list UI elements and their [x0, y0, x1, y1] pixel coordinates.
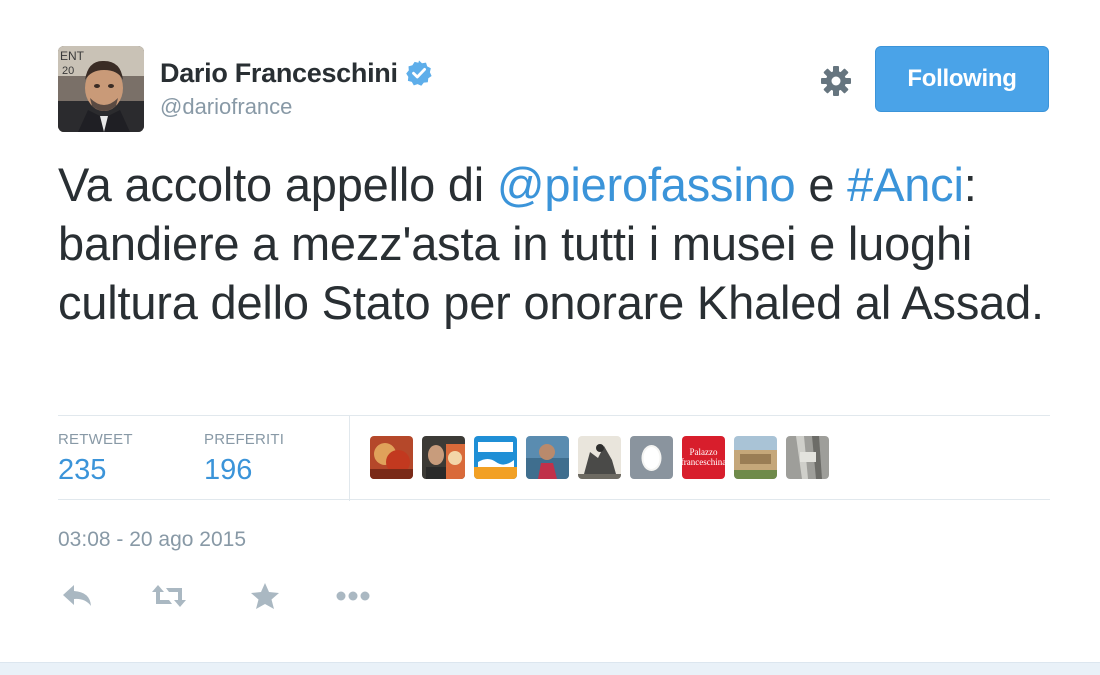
favoriter-avatar[interactable]: [734, 436, 777, 479]
more-icon[interactable]: [334, 580, 372, 612]
favoriter-avatar[interactable]: [578, 436, 621, 479]
favoriter-avatar[interactable]: [630, 436, 673, 479]
favoriter-avatar[interactable]: [422, 436, 465, 479]
author-handle[interactable]: @dariofrance: [160, 94, 433, 120]
svg-text:20: 20: [62, 65, 74, 77]
retweet-stat[interactable]: RETWEET 235: [58, 431, 133, 487]
favoriter-avatar[interactable]: Palazzo franceschina: [682, 436, 725, 479]
tweet-card: ENT 20 Dario Franceschini @dariofrance F…: [0, 0, 1100, 662]
favorite-icon[interactable]: [248, 580, 282, 612]
favoriter-avatar[interactable]: [786, 436, 829, 479]
retweet-count[interactable]: 235: [58, 454, 133, 487]
favoriter-avatars: Palazzo franceschina: [370, 436, 829, 479]
tweet-text: Va accolto appello di @pierofassino e #A…: [58, 155, 1048, 332]
author-avatar[interactable]: ENT 20: [58, 46, 144, 132]
verified-badge-icon: [405, 59, 433, 87]
tweet-text-segment: Va accolto appello di: [58, 158, 497, 211]
svg-text:ENT: ENT: [60, 49, 85, 63]
favorite-count[interactable]: 196: [204, 454, 284, 487]
tweet-timestamp[interactable]: 03:08 - 20 ago 2015: [58, 528, 246, 552]
favoriter-avatar[interactable]: [370, 436, 413, 479]
retweet-icon[interactable]: [150, 580, 188, 612]
mention-link[interactable]: @pierofassino: [497, 158, 796, 211]
favorite-label: PREFERITI: [204, 431, 285, 448]
tweet-text-segment: e: [795, 158, 848, 211]
tweet-header: ENT 20 Dario Franceschini @dariofrance F…: [58, 46, 1050, 132]
reply-icon[interactable]: [58, 580, 96, 612]
hashtag-link[interactable]: #Anci: [847, 158, 964, 211]
tweet-stats: RETWEET 235 PREFERITI 196 Palazzo france…: [58, 415, 1050, 501]
favoriter-avatar[interactable]: [526, 436, 569, 479]
fullname-row: Dario Franceschini: [160, 56, 433, 90]
gear-icon[interactable]: [818, 63, 854, 99]
favoriter-avatar[interactable]: [474, 436, 517, 479]
author-names: Dario Franceschini @dariofrance: [160, 56, 433, 120]
following-button[interactable]: Following: [875, 46, 1049, 112]
tweet-actions: [58, 580, 372, 612]
stats-divider: [349, 416, 350, 501]
favorite-stat[interactable]: PREFERITI 196: [204, 431, 284, 487]
bottom-strip: [0, 662, 1100, 675]
retweet-label: RETWEET: [58, 431, 133, 448]
author-name[interactable]: Dario Franceschini: [160, 58, 398, 89]
